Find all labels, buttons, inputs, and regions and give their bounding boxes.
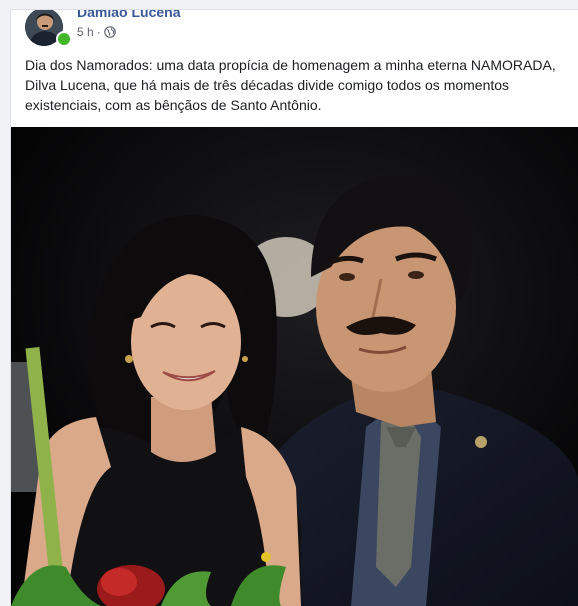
post-card: Damião Lucena 5 h · Dia dos Namorados: u… <box>10 9 578 606</box>
globe-icon[interactable] <box>103 26 116 38</box>
author-name[interactable]: Damião Lucena <box>77 10 180 20</box>
post-text: Dia dos Namorados: uma data propícia de … <box>25 57 556 113</box>
post-time[interactable]: 5 h <box>77 25 94 39</box>
online-status-icon <box>56 31 72 47</box>
post-meta: 5 h · <box>77 25 116 39</box>
meta-separator: · <box>96 25 101 39</box>
post-photo[interactable] <box>11 127 578 606</box>
